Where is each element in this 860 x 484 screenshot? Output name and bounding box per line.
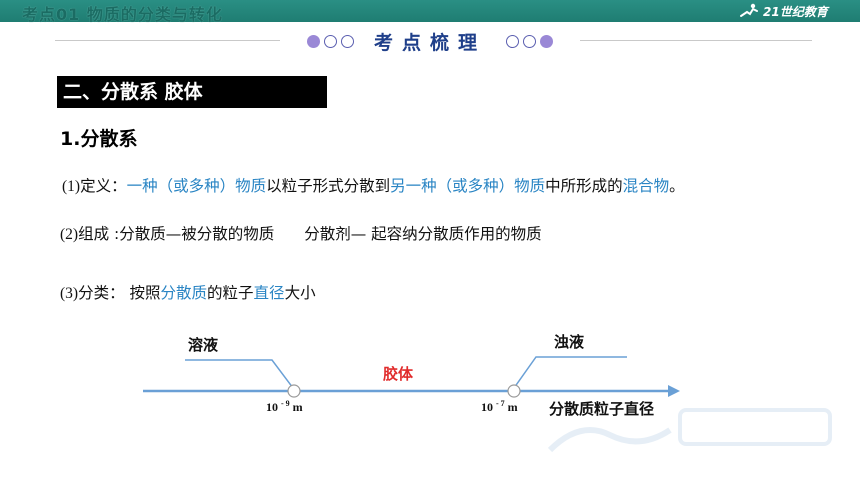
boundary-marker-2 bbox=[507, 384, 521, 398]
boundary-marker-1 bbox=[287, 384, 301, 398]
watermark-logo bbox=[547, 408, 832, 453]
tick-label-2: 10 - 7 m bbox=[481, 399, 518, 414]
suspension-label: 浊液 bbox=[554, 333, 585, 351]
axis-arrow-icon bbox=[668, 385, 680, 397]
solution-label: 溶液 bbox=[188, 336, 219, 354]
colloid-label: 胶体 bbox=[383, 365, 414, 383]
tick-label-1: 10 - 9 m bbox=[266, 399, 303, 414]
solution-bracket bbox=[185, 359, 294, 389]
suspension-bracket bbox=[513, 356, 627, 389]
